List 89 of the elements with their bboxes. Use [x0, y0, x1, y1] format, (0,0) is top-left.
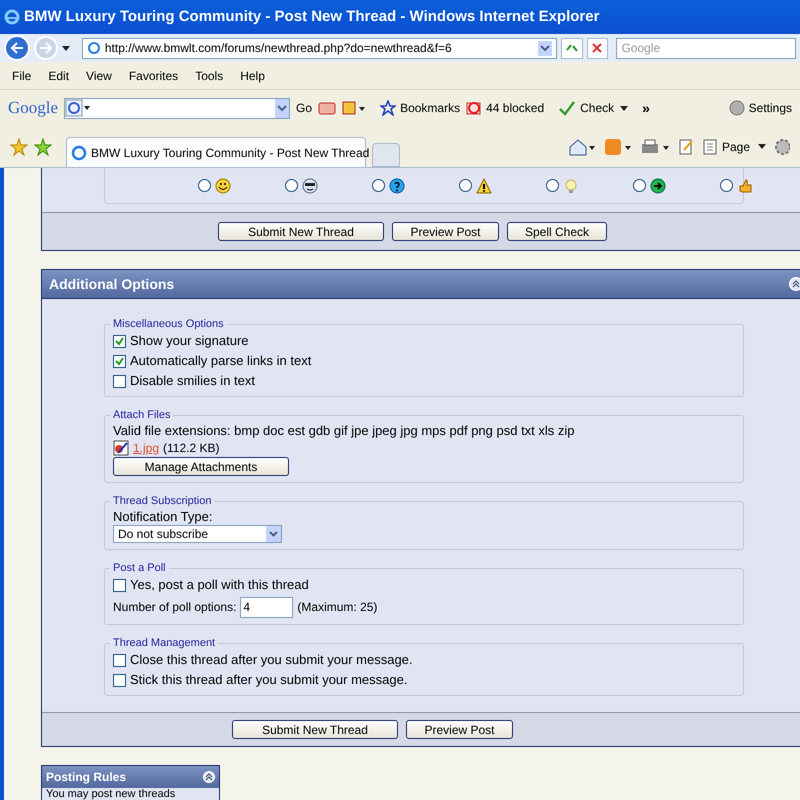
radio-button[interactable] — [198, 179, 211, 192]
checkbox-label: Close this thread after you submit your message. — [130, 652, 413, 668]
edit-page-icon — [678, 138, 694, 156]
page-menu-button[interactable]: Page — [702, 138, 750, 156]
select-value: Do not subscribe — [118, 526, 208, 543]
panel-title: Additional Options — [49, 274, 174, 294]
checkbox-label: Show your signature — [130, 333, 249, 349]
thumbs-up-icon — [737, 178, 753, 194]
checkbox-label: Stick this thread after you submit your message. — [130, 672, 408, 688]
question-mark-icon — [389, 178, 405, 194]
checkbox[interactable] — [113, 674, 126, 686]
collapse-button[interactable] — [789, 277, 800, 291]
checkbox-label: Automatically parse links in text — [130, 353, 312, 369]
fieldset-legend: Miscellaneous Options — [110, 317, 227, 331]
printer-icon — [640, 138, 670, 156]
back-button[interactable] — [4, 35, 30, 61]
radio-button[interactable] — [459, 179, 472, 192]
dropdown-arrow-icon — [62, 46, 70, 50]
popup-blocker-button[interactable]: 44 blocked — [466, 99, 544, 117]
address-field[interactable]: http://www.bmwlt.com/forums/newthread.php?do=newthread&f=6 — [82, 38, 557, 58]
radio-button[interactable] — [633, 179, 646, 192]
checkbox[interactable] — [113, 374, 126, 388]
more-button[interactable]: » — [642, 98, 650, 118]
refresh-button[interactable] — [560, 38, 583, 58]
fieldset-legend: Post a Poll — [110, 561, 169, 575]
checkmark-icon — [558, 100, 576, 116]
home-icon — [568, 138, 596, 156]
checkbox[interactable] — [113, 354, 126, 368]
form-button[interactable]: Preview Post — [392, 222, 499, 241]
fieldset-legend: Thread Management — [110, 636, 218, 650]
field-label: Valid file extensions: bmp doc est gdb gif jpe jpeg jpg mps pdf png psd txt xls zip — [113, 422, 575, 439]
collapse-button[interactable] — [203, 771, 215, 783]
file-size: (112.2 KB) — [163, 440, 220, 457]
checkbox[interactable] — [113, 334, 126, 348]
star-icon — [380, 100, 396, 116]
form-button[interactable]: Spell Check — [507, 222, 607, 241]
radio-button[interactable] — [285, 179, 298, 192]
light-bulb-icon — [563, 178, 579, 194]
menu-item[interactable]: File — [12, 66, 32, 84]
radio-button[interactable] — [372, 179, 385, 192]
panel-title: Posting Rules — [46, 769, 126, 786]
dropdown-arrow-icon — [620, 106, 628, 110]
checkbox[interactable] — [113, 578, 126, 592]
bookmarks-button[interactable]: Bookmarks — [380, 99, 460, 117]
notification-select[interactable]: Do not subscribe — [113, 525, 282, 543]
url-text: http://www.bmwlt.com/forums/newthread.php?do=newthread&f=6 — [104, 40, 453, 57]
fieldset-legend: Attach Files — [110, 408, 174, 422]
gear-icon — [774, 138, 790, 156]
blocked-icon — [466, 100, 482, 116]
google-search-field[interactable] — [64, 98, 290, 118]
right-arrow-icon — [38, 42, 53, 54]
checkbox-label: Yes, post a poll with this thread — [130, 577, 309, 593]
menu-item[interactable]: View — [86, 66, 112, 84]
fieldset-legend: Thread Subscription — [110, 494, 214, 508]
menu-item[interactable]: Favorites — [128, 66, 178, 84]
form-button[interactable]: Submit New Thread — [218, 222, 384, 241]
dropdown-arrow-icon — [758, 144, 766, 149]
attachment-icon — [113, 440, 129, 456]
menu-item[interactable]: Tools — [195, 66, 224, 84]
close-icon — [592, 43, 602, 53]
form-button[interactable]: Preview Post — [406, 720, 513, 739]
sunglasses-smiley-icon — [302, 178, 318, 194]
browser-tab[interactable]: BMW Luxury Touring Community - Post New Thread — [66, 137, 366, 167]
menu-item[interactable]: Help — [240, 66, 265, 84]
field-label: Number of poll options: — [113, 599, 236, 616]
form-button[interactable]: Submit New Thread — [232, 720, 398, 739]
rules-text: You may post new threads — [45, 788, 176, 800]
settings-button[interactable]: Settings — [728, 99, 792, 117]
warning-icon — [476, 178, 492, 194]
add-favorite-icon — [34, 138, 52, 156]
google-logo: Google — [8, 97, 58, 120]
star-icon — [10, 138, 28, 156]
field-note: (Maximum: 25) — [297, 599, 378, 616]
left-arrow-icon — [10, 42, 24, 54]
manage-attachments-button[interactable]: Manage Attachments — [113, 457, 289, 476]
checkbox-label: Disable smilies in text — [130, 373, 255, 389]
menu-item[interactable]: Edit — [48, 66, 70, 84]
field-label: Notification Type: — [113, 508, 212, 525]
circle-icon — [728, 100, 745, 116]
checkbox[interactable] — [113, 654, 126, 666]
radio-button[interactable] — [720, 179, 733, 192]
window-title: BMW Luxury Touring Community - Post New Thread - Windows Internet Explorer — [24, 6, 600, 27]
radio-button[interactable] — [546, 179, 559, 192]
spell-check-button[interactable]: Check — [558, 99, 614, 117]
smiley-icon — [215, 178, 231, 194]
stop-button[interactable] — [586, 38, 608, 58]
poll-options-field[interactable]: 4 — [240, 596, 294, 618]
go-button[interactable]: Go — [296, 99, 312, 117]
search-field[interactable]: Google — [616, 38, 796, 58]
